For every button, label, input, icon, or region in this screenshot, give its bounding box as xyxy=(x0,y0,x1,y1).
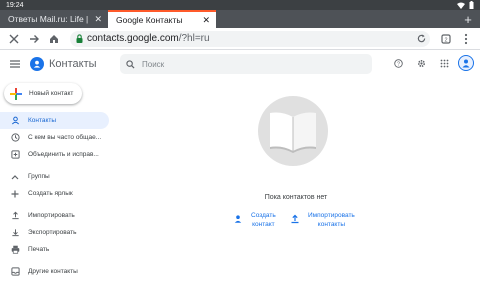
apps-grid-icon xyxy=(440,59,448,67)
sidebar-item-groups[interactable]: Группы xyxy=(0,168,109,185)
import-contacts-label: Импортировать контакты xyxy=(308,211,355,229)
svg-text:2: 2 xyxy=(444,37,447,43)
url-text: contacts.google.com/?hl=ru xyxy=(87,33,417,44)
sidebar-item-frequent[interactable]: С кем вы часто общае... xyxy=(0,129,109,146)
person-outline-icon xyxy=(10,116,20,126)
home-button[interactable] xyxy=(44,29,64,49)
hamburger-icon xyxy=(10,60,20,68)
colored-plus-icon xyxy=(10,87,22,100)
new-contact-button[interactable]: Новый контакт xyxy=(4,83,82,104)
account-avatar[interactable] xyxy=(458,55,474,71)
close-icon xyxy=(9,34,19,43)
merge-icon xyxy=(10,150,20,160)
url-host: contacts.google.com xyxy=(87,33,179,44)
plus-icon xyxy=(10,189,20,199)
header-actions: ? xyxy=(389,54,474,72)
arrow-right-icon xyxy=(30,34,39,43)
new-tab-button[interactable]: + xyxy=(456,10,480,28)
sidebar: Новый контакт Контакты С кем вы часто об… xyxy=(0,78,112,288)
sidebar-item-label: Другие контакты xyxy=(28,268,78,275)
apps-button[interactable] xyxy=(435,54,453,72)
tab-google-contacts[interactable]: Google Контакты ✕ xyxy=(108,10,216,28)
tab-switcher-button[interactable]: 2 xyxy=(436,29,456,49)
status-time: 19:24 xyxy=(6,1,24,9)
search-icon xyxy=(126,59,135,69)
empty-state-text: Пока контактов нет xyxy=(264,194,328,201)
status-icons xyxy=(457,1,474,9)
sidebar-item-label: С кем вы часто общае... xyxy=(28,134,102,141)
lock-icon xyxy=(76,34,83,43)
tab-strip: Ответы Mail.ru: Life | ✕ Google Контакты… xyxy=(0,10,480,28)
tab-title: Google Контакты xyxy=(116,15,183,25)
person-icon xyxy=(33,60,41,68)
help-icon: ? xyxy=(393,58,403,68)
search-input[interactable]: Поиск xyxy=(120,54,372,74)
sidebar-item-label: Экспортировать xyxy=(28,229,77,236)
create-contact-line2: контакт xyxy=(252,221,275,228)
history-icon xyxy=(10,133,20,143)
help-button[interactable]: ? xyxy=(389,54,407,72)
import-contacts-link[interactable]: Импортировать контакты xyxy=(290,211,355,229)
more-vert-icon xyxy=(464,33,468,44)
url-path: /?hl=ru xyxy=(178,33,210,44)
forward-button[interactable] xyxy=(24,29,44,49)
contacts-logo xyxy=(30,57,44,71)
tabs-count-icon: 2 xyxy=(441,33,451,44)
app-header: Контакты Поиск ? xyxy=(0,50,480,78)
svg-text:?: ? xyxy=(397,61,400,67)
browser-toolbar: contacts.google.com/?hl=ru 2 xyxy=(0,28,480,50)
upload-icon xyxy=(291,214,299,224)
sidebar-item-label: Печать xyxy=(28,246,50,253)
inbox-icon xyxy=(10,267,20,277)
sidebar-nav: Контакты С кем вы часто общае... Объедин… xyxy=(0,112,112,280)
close-icon[interactable]: ✕ xyxy=(202,15,210,25)
gear-icon xyxy=(417,59,425,67)
reload-icon[interactable] xyxy=(417,34,426,43)
sidebar-item-label: Объединить и исправ... xyxy=(28,151,99,158)
chevron-up-icon xyxy=(10,172,20,182)
import-contacts-line2: контакты xyxy=(317,221,346,228)
avatar-person-icon xyxy=(462,59,470,68)
create-contact-line1: Создать xyxy=(251,212,276,219)
tab-strip-spacer xyxy=(216,10,456,28)
open-book-icon xyxy=(270,112,316,153)
main-menu-button[interactable] xyxy=(6,55,24,73)
create-contact-label: Создать контакт xyxy=(251,211,276,229)
download-icon xyxy=(10,228,20,238)
tab-mail-ru[interactable]: Ответы Mail.ru: Life | ✕ xyxy=(0,10,108,28)
settings-button[interactable] xyxy=(412,54,430,72)
sidebar-item-other-contacts[interactable]: Другие контакты xyxy=(0,263,109,280)
home-icon xyxy=(50,34,58,43)
sidebar-item-label: Контакты xyxy=(28,117,57,124)
sidebar-item-create-label[interactable]: Создать ярлык xyxy=(0,185,109,202)
app-title: Контакты xyxy=(49,58,97,70)
battery-icon xyxy=(469,1,474,9)
search-placeholder: Поиск xyxy=(142,59,165,69)
address-bar[interactable]: contacts.google.com/?hl=ru xyxy=(70,30,430,47)
sidebar-item-label: Импортировать xyxy=(28,212,75,219)
sidebar-item-label: Группы xyxy=(28,173,50,180)
sidebar-item-import[interactable]: Импортировать xyxy=(0,207,109,224)
main-content: Пока контактов нет Создать контакт Импор… xyxy=(112,78,480,288)
print-icon xyxy=(10,245,20,255)
create-contact-link[interactable]: Создать контакт xyxy=(233,211,276,229)
tab-title: Ответы Mail.ru: Life | xyxy=(8,14,89,24)
sidebar-item-print[interactable]: Печать xyxy=(0,241,109,258)
wifi-icon xyxy=(457,2,465,9)
close-icon[interactable]: ✕ xyxy=(94,14,102,24)
sidebar-item-contacts[interactable]: Контакты xyxy=(0,112,109,129)
import-contacts-line1: Импортировать xyxy=(308,212,355,219)
browser-menu-button[interactable] xyxy=(456,29,476,49)
close-window-button[interactable] xyxy=(4,29,24,49)
status-bar: 19:24 xyxy=(0,0,480,10)
sidebar-item-export[interactable]: Экспортировать xyxy=(0,224,109,241)
empty-state-illustration xyxy=(258,96,328,166)
sidebar-item-merge[interactable]: Объединить и исправ... xyxy=(0,146,109,163)
upload-icon xyxy=(10,211,20,221)
new-contact-label: Новый контакт xyxy=(29,90,74,97)
sidebar-item-label: Создать ярлык xyxy=(28,190,73,197)
person-add-icon xyxy=(234,215,242,223)
